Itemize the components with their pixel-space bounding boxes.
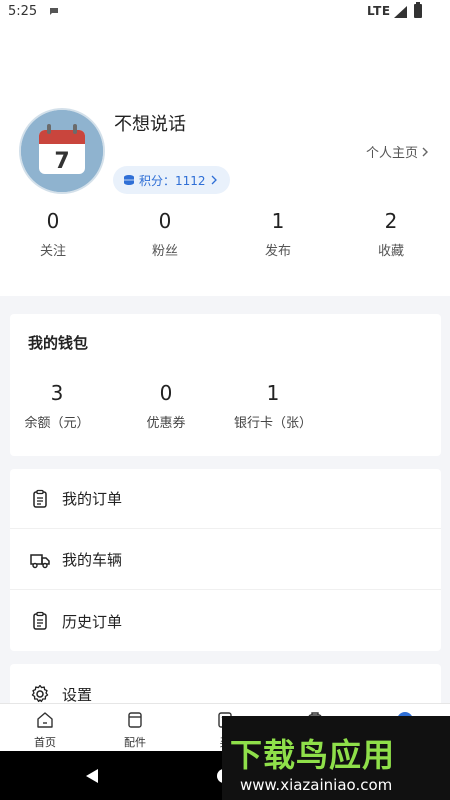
clipboard-icon [33, 489, 47, 508]
wallet-value: 3 [50, 381, 64, 405]
calendar-icon: 7 [21, 110, 103, 192]
wallet-label: 银行卡（张） [233, 416, 312, 431]
profile-home-link[interactable]: 个人主页 [366, 142, 430, 161]
tab-parts[interactable]: 配件 [90, 704, 180, 752]
points-text: 积分：1112 [139, 173, 206, 188]
wallet-value: 0 [159, 381, 173, 405]
stat-label: 关注 [39, 244, 66, 259]
menu-item-label: 设置 [62, 685, 93, 704]
chevron-right-icon [422, 147, 428, 156]
parts-icon [128, 712, 142, 728]
stat-following[interactable]: 0 关注 [0, 208, 108, 259]
coins-icon [124, 175, 134, 185]
status-time: 5:25 [8, 4, 38, 19]
stat-fans[interactable]: 0 粉丝 [110, 208, 220, 259]
status-bar: 5:25 LTE [0, 0, 450, 24]
watermark: 下载鸟应用 www.xiazainiao.com [222, 716, 450, 800]
username: 不想说话 [114, 114, 186, 135]
wallet-value: 1 [266, 381, 280, 405]
wallet-balance[interactable]: 3 余额（元） [2, 380, 112, 431]
stat-value: 2 [384, 209, 398, 233]
notification-icon [50, 8, 58, 15]
svg-text:7: 7 [54, 149, 69, 174]
home-icon [37, 712, 53, 728]
battery-icon [414, 2, 422, 18]
stat-published[interactable]: 1 发布 [223, 208, 333, 259]
wallet-label: 余额（元） [24, 416, 90, 431]
stat-label: 粉丝 [151, 244, 178, 259]
signal-icon [394, 6, 407, 18]
menu-card: 我的订单 我的车辆 历史订单 [10, 469, 441, 651]
avatar[interactable]: 7 [19, 108, 105, 194]
points-badge[interactable]: 积分：1112 [113, 166, 230, 194]
stat-value: 0 [46, 209, 60, 233]
truck-icon [30, 553, 50, 568]
stat-label: 收藏 [377, 244, 404, 259]
watermark-url: www.xiazainiao.com [240, 776, 393, 794]
wallet-card: 我的钱包 3 余额（元） 0 优惠券 1 银行卡（张） [10, 314, 441, 456]
back-icon[interactable] [86, 769, 98, 783]
tab-label: 首页 [34, 736, 56, 749]
stat-label: 发布 [264, 244, 291, 259]
menu-item-order-history[interactable]: 历史订单 [10, 591, 441, 651]
menu-item-label: 我的订单 [62, 490, 123, 508]
wallet-title: 我的钱包 [28, 334, 89, 352]
wallet-label: 优惠券 [146, 416, 186, 431]
menu-item-label: 历史订单 [62, 612, 123, 631]
chevron-right-icon [211, 175, 217, 185]
gear-icon [31, 684, 49, 703]
wallet-bank-cards[interactable]: 1 银行卡（张） [218, 380, 328, 431]
stat-favorites[interactable]: 2 收藏 [336, 208, 446, 259]
watermark-title: 下载鸟应用 [230, 736, 396, 774]
network-type: LTE [367, 4, 391, 18]
profile-home-label: 个人主页 [365, 146, 418, 161]
menu-item-label: 我的车辆 [62, 551, 123, 569]
wallet-coupons[interactable]: 0 优惠券 [111, 380, 221, 431]
clipboard-icon [33, 611, 47, 630]
menu-item-my-vehicles[interactable]: 我的车辆 [10, 530, 441, 590]
tab-home[interactable]: 首页 [0, 704, 90, 752]
stat-value: 0 [158, 209, 172, 233]
profile-header: 7 不想说话 个人主页 积分：1112 0 关注 0 粉丝 1 发布 2 收藏 [0, 24, 450, 296]
menu-item-my-orders[interactable]: 我的订单 [10, 469, 441, 529]
tab-label: 配件 [124, 736, 146, 749]
stat-value: 1 [271, 209, 285, 233]
